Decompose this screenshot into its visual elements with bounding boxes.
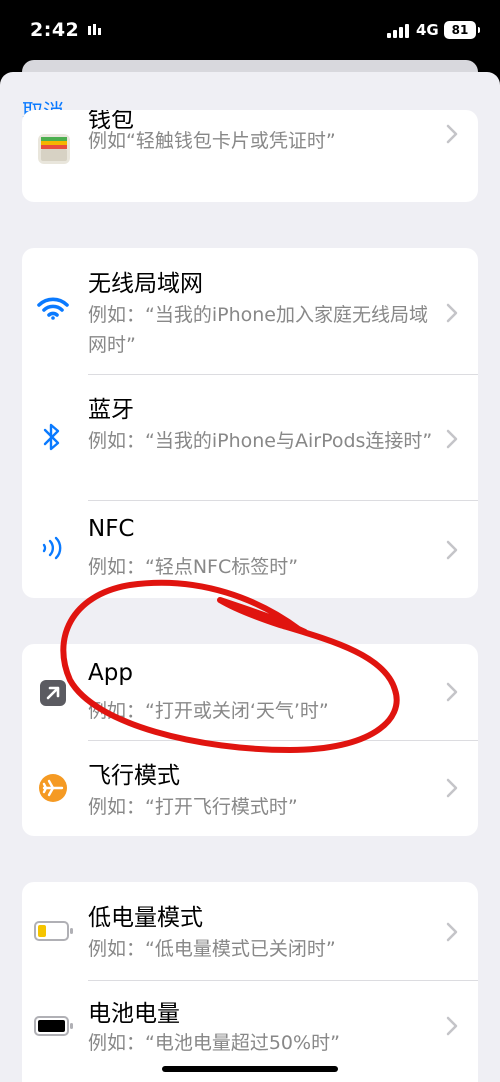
chevron-right-icon (446, 540, 458, 560)
row-subtitle-low-power: 例如：“低电量模式已关闭时” (88, 938, 336, 960)
list-item-battery-level[interactable]: 电池电量 例如：“电池电量超过50%时” (22, 980, 478, 1078)
chevron-right-icon (446, 429, 458, 449)
home-indicator (162, 1066, 338, 1072)
status-time: 2:42 (30, 19, 80, 41)
battery-group: 低电量模式 例如：“低电量模式已关闭时” 电池电量 例如：“电池电量超过50%时… (22, 882, 478, 1082)
list-item-app[interactable]: App 例如：“打开或关闭‘天气’时” (22, 644, 478, 740)
wifi-icon (37, 297, 69, 320)
chevron-right-icon (446, 682, 458, 702)
row-subtitle-airplane: 例如：“打开飞行模式时” (88, 796, 298, 818)
wallet-group: 钱包 例如“轻触钱包卡片或凭证时” (22, 110, 478, 202)
list-item-low-power[interactable]: 低电量模式 例如：“低电量模式已关闭时” (22, 882, 478, 980)
modal-sheet: 取消 钱包 例如“轻触钱包卡片或凭证时” 无线局域网 例 (0, 72, 500, 1082)
activity-icon (88, 24, 101, 35)
row-title-airplane: 飞行模式 (88, 763, 180, 789)
row-subtitle-app: 例如：“打开或关闭‘天气’时” (88, 700, 329, 722)
nfc-icon (42, 536, 62, 560)
chevron-right-icon (446, 1016, 458, 1036)
row-subtitle-battery-level: 例如：“电池电量超过50%时” (88, 1032, 340, 1054)
row-title-app: App (88, 660, 133, 686)
connectivity-group: 无线局域网 例如：“当我的iPhone加入家庭无线局域网时” 蓝牙 例如：“当我… (22, 248, 478, 598)
chevron-right-icon (446, 778, 458, 798)
battery-icon: 81 (444, 21, 480, 39)
row-title-battery-level: 电池电量 (88, 1001, 180, 1027)
row-title-wifi: 无线局域网 (88, 271, 203, 297)
chevron-right-icon (446, 922, 458, 942)
list-item-wifi[interactable]: 无线局域网 例如：“当我的iPhone加入家庭无线局域网时” (22, 248, 478, 374)
row-subtitle-wallet: 例如“轻触钱包卡片或凭证时” (88, 130, 336, 152)
list-item-wallet[interactable]: 钱包 例如“轻触钱包卡片或凭证时” (22, 110, 478, 202)
list-item-airplane[interactable]: 飞行模式 例如：“打开飞行模式时” (22, 740, 478, 836)
chevron-right-icon (446, 124, 458, 144)
list-item-nfc[interactable]: NFC 例如：“轻点NFC标签时” (22, 500, 478, 598)
app-icon (40, 680, 66, 706)
network-type: 4G (416, 21, 439, 39)
row-title-low-power: 低电量模式 (88, 905, 203, 931)
bluetooth-icon (43, 423, 60, 451)
row-subtitle-wifi: 例如：“当我的iPhone加入家庭无线局域网时” (88, 304, 428, 356)
battery-level-icon (34, 1016, 73, 1036)
status-bar: 2:42 4G 81 (0, 0, 500, 62)
wallet-icon (38, 134, 70, 164)
signal-icon (387, 24, 409, 38)
app-group: App 例如：“打开或关闭‘天气’时” 飞行模式 例如：“打开飞行模式时” (22, 644, 478, 836)
list-item-bluetooth[interactable]: 蓝牙 例如：“当我的iPhone与AirPods连接时” (22, 374, 478, 500)
row-title-bluetooth: 蓝牙 (88, 397, 134, 423)
low-battery-icon (34, 921, 73, 941)
row-subtitle-nfc: 例如：“轻点NFC标签时” (88, 556, 299, 578)
chevron-right-icon (446, 303, 458, 323)
row-title-nfc: NFC (88, 516, 135, 542)
airplane-icon (39, 774, 67, 802)
row-subtitle-bluetooth: 例如：“当我的iPhone与AirPods连接时” (88, 430, 433, 452)
